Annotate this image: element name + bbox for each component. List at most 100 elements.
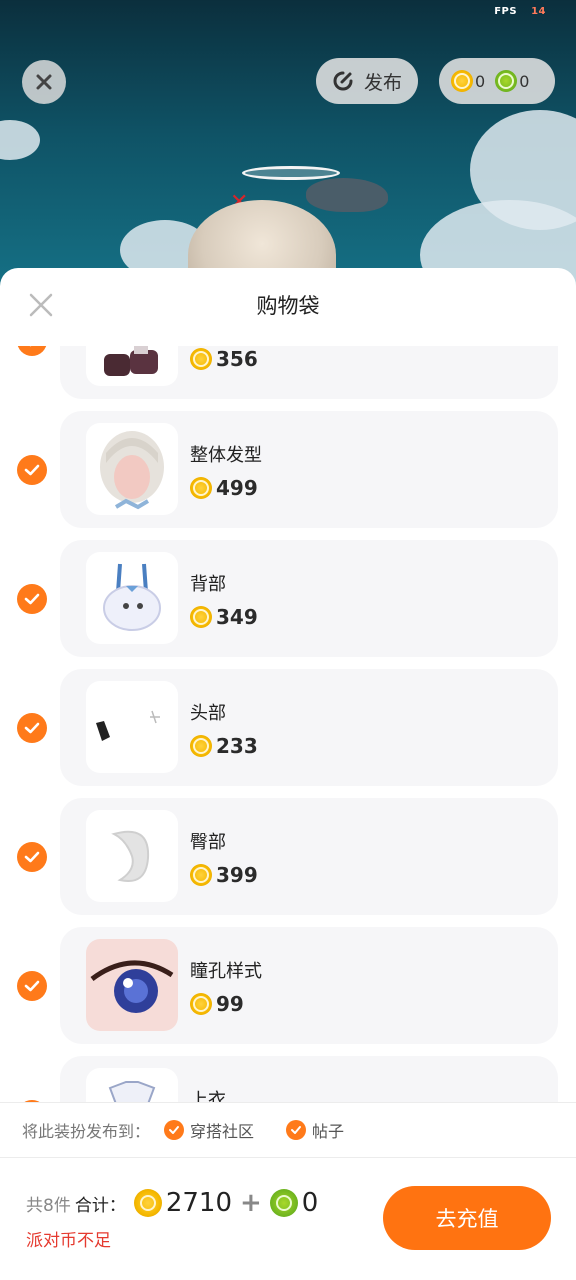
green-coin-icon — [269, 1189, 298, 1217]
game-scene-background: FPS14 发布 0 0 ✕ — [0, 0, 576, 300]
gold-coin-icon — [451, 70, 473, 92]
publish-to-label: 将此装扮发布到： — [22, 1122, 151, 1141]
item-price-amount: 356 — [216, 347, 258, 371]
gold-balance: 0 — [475, 71, 486, 91]
check-icon — [24, 593, 40, 605]
cart-item: 整体发型 499 — [0, 411, 576, 540]
checkout-footer: 共8件 合计： 2710 + 0 派对币不足 去充值 — [0, 1158, 576, 1280]
item-price: 349 — [190, 605, 258, 629]
item-thumbnail — [86, 681, 178, 773]
cart-item: 瞳孔样式 99 — [0, 927, 576, 1056]
publish-option-label: 帖子 — [312, 1122, 345, 1141]
item-price: 356 — [190, 347, 258, 371]
item-card[interactable]: 背部 349 — [60, 540, 558, 657]
green-total: 0 — [301, 1188, 319, 1218]
gold-total: 2710 — [165, 1188, 232, 1218]
cart-item: 臀部 399 — [0, 798, 576, 927]
publish-option-label: 穿搭社区 — [190, 1122, 255, 1141]
fps-indicator: FPS 14 — [494, 6, 546, 17]
item-price-amount: 399 — [216, 863, 258, 887]
gold-coin-icon — [190, 606, 212, 628]
cart-item: 356 — [0, 346, 576, 411]
item-price: 399 — [190, 863, 258, 887]
publish-option-community[interactable]: 穿搭社区 — [164, 1118, 254, 1142]
item-checkbox[interactable] — [17, 346, 47, 356]
item-checkbox[interactable] — [17, 713, 47, 743]
publish-button[interactable]: 发布 — [316, 58, 418, 104]
green-balance: 0 — [519, 71, 530, 91]
shark-accessory — [306, 178, 388, 212]
item-thumbnail — [86, 939, 178, 1031]
item-thumbnail — [86, 1068, 178, 1102]
halo-decoration — [242, 166, 340, 180]
check-icon — [29, 346, 32, 347]
plus-sign: + — [240, 1188, 262, 1218]
item-thumbnail — [86, 552, 178, 644]
item-price: 499 — [190, 476, 258, 500]
item-price-amount: 349 — [216, 605, 258, 629]
check-icon — [164, 1120, 185, 1140]
gold-coin-icon — [190, 477, 212, 499]
check-icon — [24, 980, 40, 992]
check-icon — [286, 1120, 307, 1140]
item-name: 瞳孔样式 — [190, 961, 262, 982]
item-card[interactable]: 头部 233 — [60, 669, 558, 786]
item-price: 233 — [190, 734, 258, 758]
item-name: 臀部 — [190, 832, 226, 853]
gold-coin-icon — [190, 735, 212, 757]
publish-option-post[interactable]: 帖子 — [286, 1118, 344, 1142]
item-name: 上衣 — [190, 1090, 226, 1102]
item-name: 整体发型 — [190, 445, 262, 466]
eye-icon — [90, 960, 174, 1013]
publish-label: 发布 — [364, 71, 403, 94]
item-price-amount: 499 — [216, 476, 258, 500]
recharge-button[interactable]: 去充值 — [383, 1186, 551, 1250]
item-checkbox[interactable] — [17, 971, 47, 1001]
currency-balance[interactable]: 0 0 — [439, 58, 555, 104]
cart-item-list[interactable]: 356 整体发型 499 背部 349 头部 233 臀部 399 瞳孔样式 9… — [0, 346, 576, 1102]
total-label: 合计： — [74, 1195, 126, 1216]
scene-close-button[interactable] — [22, 60, 66, 104]
publish-to-row: 将此装扮发布到： 穿搭社区 帖子 — [0, 1102, 576, 1158]
cloud-decoration — [0, 120, 40, 160]
top-clothing-icon — [108, 1081, 156, 1102]
check-icon — [24, 464, 40, 476]
item-card[interactable]: 上衣 — [60, 1056, 558, 1102]
fps-label: FPS — [494, 6, 518, 17]
item-price-amount: 233 — [216, 734, 258, 758]
fps-value: 14 — [531, 6, 546, 17]
tail-icon — [111, 830, 150, 882]
item-checkbox[interactable] — [17, 455, 47, 485]
item-thumbnail — [86, 810, 178, 902]
item-card[interactable]: 瞳孔样式 99 — [60, 927, 558, 1044]
item-thumbnail — [86, 346, 178, 386]
item-count: 共8件 — [26, 1195, 71, 1216]
item-card[interactable]: 356 — [60, 346, 558, 399]
green-coin-icon — [495, 70, 518, 92]
insufficient-funds-warning: 派对币不足 — [26, 1231, 111, 1251]
item-thumbnail — [86, 423, 178, 515]
gold-coin-icon — [190, 993, 212, 1015]
item-name: 头部 — [190, 703, 226, 724]
close-icon — [36, 74, 52, 90]
hair-icon — [100, 431, 164, 510]
order-summary: 共8件 合计： 2710 + 0 — [26, 1188, 318, 1218]
head-accessory-icon — [96, 710, 160, 741]
item-price-amount: 99 — [216, 992, 244, 1016]
item-name: 背部 — [190, 574, 226, 595]
sheet-title: 购物袋 — [256, 294, 320, 318]
item-checkbox[interactable] — [17, 842, 47, 872]
gold-coin-icon — [190, 348, 212, 370]
cart-item: 背部 349 — [0, 540, 576, 669]
cart-item: 上衣 — [0, 1056, 576, 1102]
shoes-icon — [104, 346, 158, 376]
backpack-icon — [103, 563, 161, 631]
gold-coin-icon — [190, 864, 212, 886]
item-card[interactable]: 整体发型 499 — [60, 411, 558, 528]
check-icon — [24, 851, 40, 863]
shopping-bag-sheet: 购物袋 356 整体发型 499 背部 349 头部 233 臀部 399 瞳孔… — [0, 268, 576, 1280]
item-card[interactable]: 臀部 399 — [60, 798, 558, 915]
item-price: 99 — [190, 992, 244, 1016]
item-checkbox[interactable] — [17, 584, 47, 614]
check-icon — [24, 722, 40, 734]
